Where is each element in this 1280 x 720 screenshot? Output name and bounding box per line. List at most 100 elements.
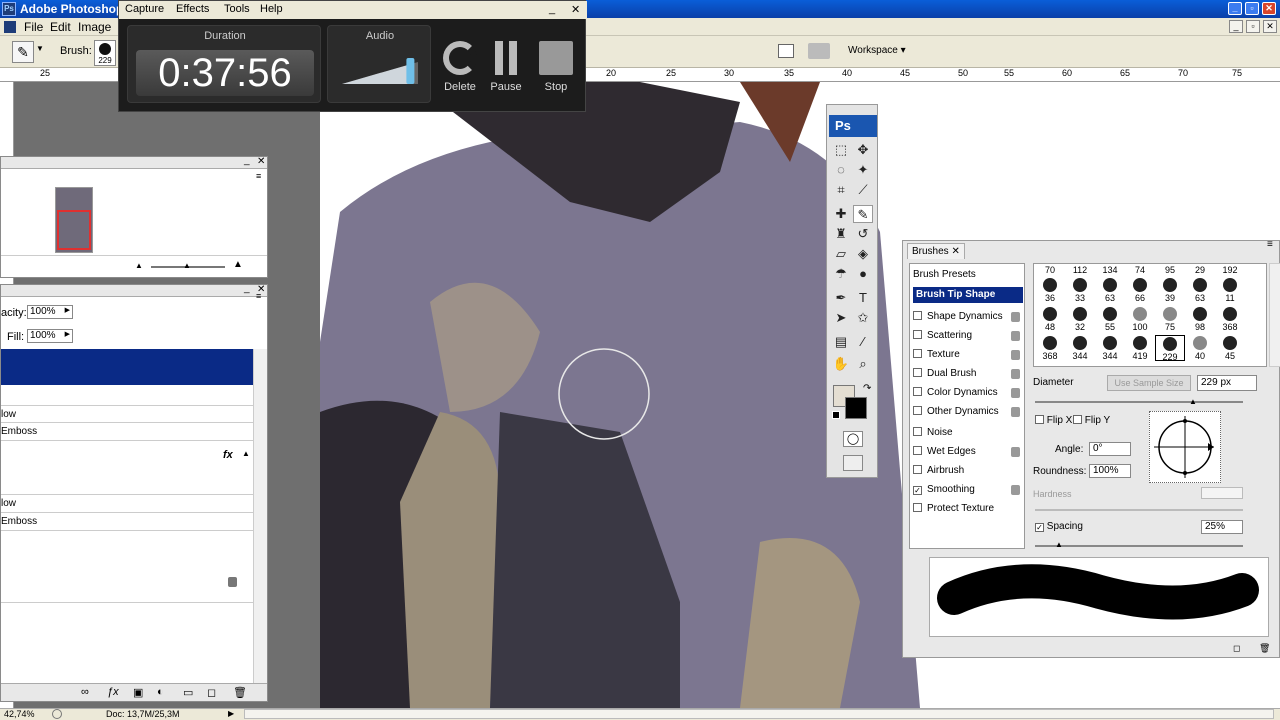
option-checkbox[interactable] bbox=[913, 387, 922, 396]
brush-preset-cell[interactable]: 100 bbox=[1125, 306, 1155, 332]
selected-layer-row[interactable] bbox=[1, 349, 253, 385]
preset-scrollbar[interactable] bbox=[1269, 263, 1280, 367]
horizontal-scrollbar[interactable] bbox=[244, 709, 1274, 719]
menu-file[interactable]: File bbox=[24, 20, 43, 34]
brush-preset-cell[interactable]: 75 bbox=[1155, 306, 1185, 332]
pause-icon[interactable] bbox=[495, 41, 503, 75]
minimize-button[interactable]: _ bbox=[1228, 2, 1242, 15]
default-colors-icon[interactable] bbox=[832, 411, 840, 419]
pause-button-label[interactable]: Pause bbox=[481, 81, 531, 93]
add-mask-icon[interactable]: ▣ bbox=[133, 686, 143, 699]
capture-close-button[interactable]: ✕ bbox=[571, 3, 580, 16]
clone-stamp-tool-icon[interactable]: ♜ bbox=[831, 225, 851, 243]
history-brush-tool-icon[interactable]: ↺ bbox=[853, 225, 873, 243]
brush-option-texture[interactable]: Texture bbox=[913, 349, 960, 360]
zoom-out-icon[interactable]: ▲ bbox=[135, 261, 143, 270]
option-checkbox[interactable] bbox=[913, 330, 922, 339]
brush-option-smoothing[interactable]: ✓ Smoothing bbox=[913, 484, 975, 495]
brush-option-shape-dynamics[interactable]: Shape Dynamics bbox=[913, 311, 1003, 322]
spacing-slider-thumb[interactable]: ▲ bbox=[1055, 540, 1063, 549]
brush-option-wet-edges[interactable]: Wet Edges bbox=[913, 446, 976, 457]
navigator-thumbnail[interactable] bbox=[55, 187, 93, 253]
menu-image[interactable]: Image bbox=[78, 20, 111, 34]
stop-icon[interactable] bbox=[539, 41, 573, 75]
brush-tool-icon[interactable]: ✎ bbox=[853, 205, 873, 223]
workspace-menu[interactable]: Workspace ▾ bbox=[848, 45, 906, 56]
brush-preset-cell[interactable]: 229 bbox=[1155, 335, 1185, 362]
new-group-icon[interactable]: ▭ bbox=[183, 686, 193, 699]
flip-y-checkbox[interactable]: Flip Y bbox=[1073, 415, 1110, 426]
view-box-indicator[interactable] bbox=[57, 210, 91, 250]
brush-preset-size[interactable]: 74 bbox=[1125, 265, 1155, 277]
brush-option-airbrush[interactable]: Airbrush bbox=[913, 465, 964, 476]
doc-minimize-button[interactable]: _ bbox=[1229, 20, 1243, 33]
hand-tool-icon[interactable]: ✋ bbox=[831, 355, 851, 373]
eraser-tool-icon[interactable]: ▱ bbox=[831, 245, 851, 263]
brush-option-protect-texture[interactable]: Protect Texture bbox=[913, 503, 994, 514]
brush-preset-cell[interactable]: 63 bbox=[1095, 277, 1125, 303]
eyedropper-tool-icon[interactable]: ⁄ bbox=[853, 333, 873, 351]
capture-menu-tools[interactable]: Tools bbox=[224, 3, 250, 15]
brush-preset-cell[interactable]: 98 bbox=[1185, 306, 1215, 332]
layer-effect-row[interactable]: low bbox=[1, 405, 253, 423]
spacing-check-box[interactable]: ✓ bbox=[1035, 523, 1044, 532]
menu-edit[interactable]: Edit bbox=[50, 20, 71, 34]
flip-y-box[interactable] bbox=[1073, 415, 1082, 424]
palette-well-icon[interactable] bbox=[778, 44, 794, 58]
option-checkbox[interactable] bbox=[913, 349, 922, 358]
zoom-level[interactable]: 42,74% bbox=[4, 709, 35, 719]
layers-scrollbar[interactable] bbox=[253, 349, 267, 683]
brush-preset-size[interactable]: 112 bbox=[1065, 265, 1095, 277]
layer-effect-row[interactable]: low bbox=[1, 495, 253, 513]
angle-roundness-preview[interactable] bbox=[1149, 411, 1221, 483]
layer-effect-row[interactable]: Emboss bbox=[1, 513, 253, 531]
option-checkbox[interactable] bbox=[913, 368, 922, 377]
use-sample-size-button[interactable]: Use Sample Size bbox=[1107, 375, 1191, 391]
pen-tool-icon[interactable]: ✒ bbox=[831, 289, 851, 307]
brush-option-dual-brush[interactable]: Dual Brush bbox=[913, 368, 976, 379]
brush-preset-cell[interactable]: 344 bbox=[1095, 335, 1125, 361]
lock-icon[interactable] bbox=[1011, 447, 1020, 457]
spacing-checkbox[interactable]: ✓ Spacing bbox=[1035, 521, 1083, 532]
brush-preset-cell[interactable]: 11 bbox=[1215, 277, 1245, 303]
brush-preset-size[interactable]: 70 bbox=[1035, 265, 1065, 277]
brush-preset-cell[interactable]: 45 bbox=[1215, 335, 1245, 361]
fill-field[interactable]: 100% ▶ bbox=[27, 329, 73, 343]
lock-icon[interactable] bbox=[1011, 388, 1020, 398]
audio-level-meter[interactable] bbox=[342, 54, 422, 86]
brush-preset-cell[interactable]: 48 bbox=[1035, 306, 1065, 332]
panel-menu-icon[interactable]: ≡ bbox=[256, 291, 261, 301]
brush-preset-size[interactable]: 95 bbox=[1155, 265, 1185, 277]
option-checkbox[interactable] bbox=[913, 311, 922, 320]
new-brush-icon[interactable]: ◻ bbox=[1233, 643, 1240, 654]
panel-menu-icon[interactable]: ≡ bbox=[256, 171, 261, 181]
brush-preset-cell[interactable]: 344 bbox=[1065, 335, 1095, 361]
brush-preset-size[interactable]: 29 bbox=[1185, 265, 1215, 277]
opacity-arrow-icon[interactable]: ▶ bbox=[65, 306, 70, 314]
brush-preset-size[interactable]: 134 bbox=[1095, 265, 1125, 277]
option-checkbox[interactable]: ✓ bbox=[913, 486, 922, 495]
panel-menu-icon[interactable]: ≡ bbox=[1267, 239, 1273, 250]
panel-minimize-icon[interactable]: _ bbox=[244, 283, 250, 294]
lock-icon[interactable] bbox=[1011, 331, 1020, 341]
link-layers-icon[interactable]: ∞ bbox=[81, 686, 89, 698]
spacing-slider[interactable] bbox=[1035, 545, 1243, 547]
status-menu-arrow-icon[interactable]: ▶ bbox=[228, 709, 234, 718]
notes-tool-icon[interactable]: ▤ bbox=[831, 333, 851, 351]
option-checkbox[interactable] bbox=[913, 406, 922, 415]
brush-option-noise[interactable]: Noise bbox=[913, 427, 953, 438]
capture-menu-help[interactable]: Help bbox=[260, 3, 283, 15]
brush-option-color-dynamics[interactable]: Color Dynamics bbox=[913, 387, 998, 398]
brush-preset-cell[interactable]: 66 bbox=[1125, 277, 1155, 303]
lock-icon[interactable] bbox=[1011, 312, 1020, 322]
swap-colors-icon[interactable]: ↷ bbox=[863, 383, 871, 394]
lock-icon[interactable] bbox=[1011, 485, 1020, 495]
background-color-swatch[interactable] bbox=[845, 397, 867, 419]
adjustment-layer-icon[interactable]: ◐ bbox=[157, 686, 164, 698]
diameter-slider-thumb[interactable]: ▲ bbox=[1189, 397, 1197, 406]
maximize-button[interactable]: ▫ bbox=[1245, 2, 1259, 15]
status-icon[interactable] bbox=[52, 709, 62, 719]
delete-layer-icon[interactable]: 🗑 bbox=[233, 686, 247, 699]
slice-tool-icon[interactable]: ⟋ bbox=[853, 181, 873, 199]
brush-preset-cell[interactable]: 55 bbox=[1095, 306, 1125, 332]
